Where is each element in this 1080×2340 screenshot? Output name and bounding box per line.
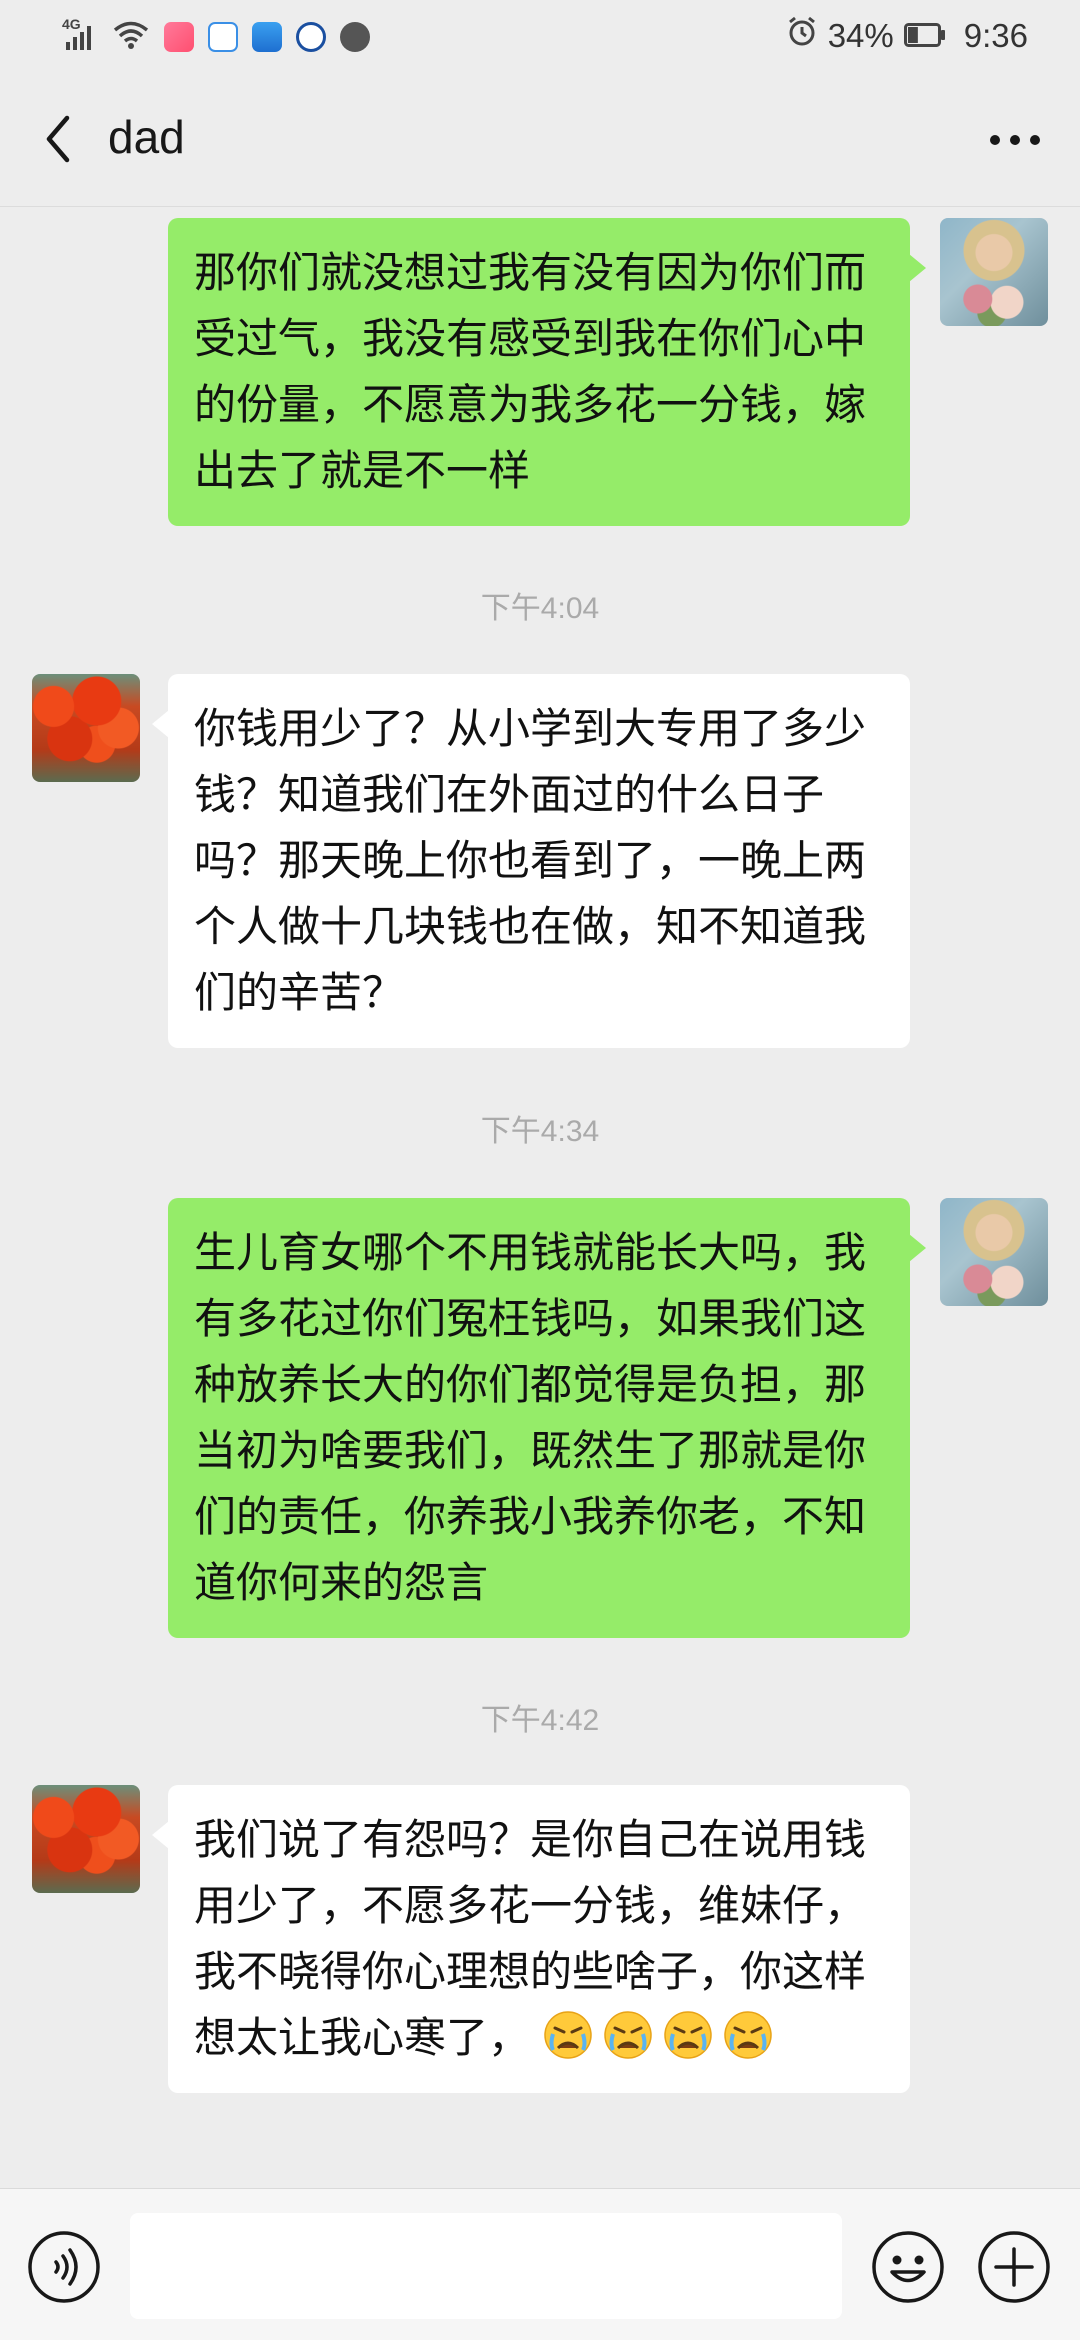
crying-face-emoji bbox=[663, 2010, 713, 2060]
my-message-bubble[interactable]: 那你们就没想过我有没有因为你们而受过气，我没有感受到我在你们心中的份量，不愿意为… bbox=[168, 218, 926, 526]
emoji-icon bbox=[872, 2231, 944, 2303]
message-text: 你钱用少了？从小学到大专用了多少钱？知道我们在外面过的什么日子吗？那天晚上你也看… bbox=[194, 704, 867, 1017]
dad-avatar[interactable] bbox=[32, 674, 140, 782]
dad-message-bubble[interactable]: 我们说了有怨吗？是你自己在说用钱用少了，不愿多花一分钱，维妹仔，我不晓得你心理想… bbox=[152, 1785, 910, 2093]
message-text: 生儿育女哪个不用钱就能长大吗，我有多花过你们冤枉钱吗，如果我们这种放养长大的你们… bbox=[194, 1228, 867, 1607]
battery-percent: 34% bbox=[827, 17, 894, 54]
voice-button[interactable] bbox=[26, 2229, 102, 2305]
plus-icon bbox=[978, 2231, 1050, 2303]
status-right-icons: 34% 9:36 bbox=[786, 16, 1028, 56]
clock: 9:36 bbox=[963, 17, 1028, 54]
dad-avatar[interactable] bbox=[32, 1785, 140, 1893]
crying-face-emoji bbox=[603, 2010, 653, 2060]
send-icon bbox=[340, 22, 370, 52]
battery-icon bbox=[903, 17, 946, 55]
voice-icon bbox=[28, 2231, 100, 2303]
status-bar: 4G 34% 9:36 bbox=[0, 0, 1080, 72]
my-message-bubble[interactable]: 生儿育女哪个不用钱就能长大吗，我有多花过你们冤枉钱吗，如果我们这种放养长大的你们… bbox=[168, 1198, 926, 1638]
message-text: 那你们就没想过我有没有因为你们而受过气，我没有感受到我在你们心中的份量，不愿意为… bbox=[194, 248, 867, 495]
crying-face-emoji bbox=[723, 2010, 773, 2060]
message-timestamp: 下午4:42 bbox=[480, 1704, 600, 1737]
chat-bubble-icon bbox=[208, 22, 238, 52]
wallet-icon bbox=[252, 22, 282, 52]
chat-screen: 4G 34% 9:36 dad 那你们就没想过我有没有因为你们而受过气，我没有感… bbox=[0, 0, 1080, 2340]
back-button[interactable] bbox=[28, 107, 88, 171]
crying-face-emoji bbox=[543, 2010, 593, 2060]
more-dots-icon bbox=[990, 135, 1040, 145]
wifi-icon bbox=[112, 20, 150, 54]
dad-message-bubble[interactable]: 你钱用少了？从小学到大专用了多少钱？知道我们在外面过的什么日子吗？那天晚上你也看… bbox=[152, 674, 910, 1048]
browser-icon bbox=[296, 22, 326, 52]
more-options-button[interactable] bbox=[980, 112, 1050, 168]
app-notification-icon bbox=[164, 22, 194, 52]
status-left-icons: 4G bbox=[62, 16, 370, 56]
my-avatar[interactable] bbox=[940, 1198, 1048, 1306]
chevron-left-icon bbox=[46, 115, 70, 163]
more-functions-button[interactable] bbox=[976, 2229, 1052, 2305]
message-timestamp: 下午4:04 bbox=[480, 592, 600, 625]
message-list[interactable]: 那你们就没想过我有没有因为你们而受过气，我没有感受到我在你们心中的份量，不愿意为… bbox=[0, 207, 1080, 2187]
chat-header: dad bbox=[0, 72, 1080, 207]
message-timestamp: 下午4:34 bbox=[480, 1115, 600, 1148]
alarm-icon bbox=[786, 16, 818, 56]
my-avatar[interactable] bbox=[940, 218, 1048, 326]
message-input[interactable] bbox=[130, 2213, 842, 2319]
signal-icon: 4G bbox=[62, 16, 98, 52]
input-bar bbox=[0, 2188, 1080, 2340]
chat-title: dad bbox=[108, 111, 185, 163]
emoji-button[interactable] bbox=[870, 2229, 946, 2305]
